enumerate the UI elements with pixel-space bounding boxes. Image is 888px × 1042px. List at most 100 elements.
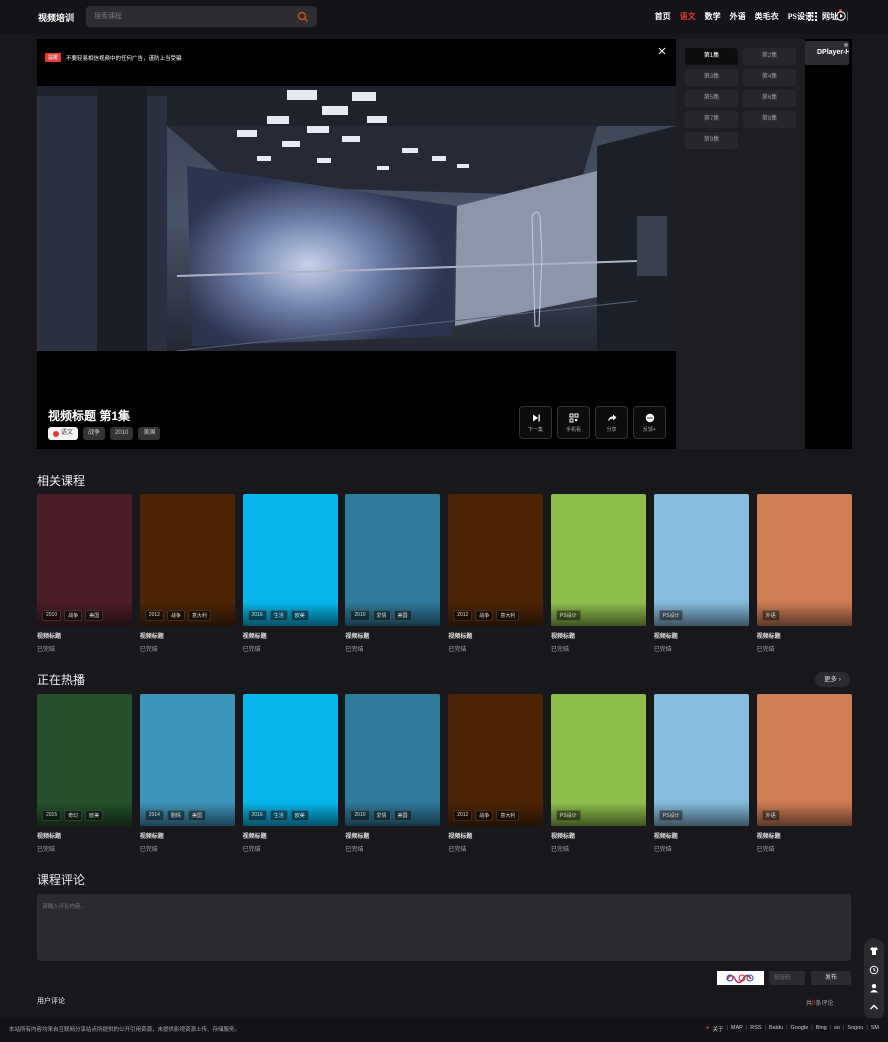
search-icon[interactable] xyxy=(297,11,309,23)
card-title[interactable]: 视频标题 xyxy=(757,631,852,640)
card-thumbnail[interactable]: 2010 爱情 美国 xyxy=(345,494,441,626)
nav-item-2[interactable]: 数学 xyxy=(705,11,721,22)
back-to-top-icon[interactable] xyxy=(869,1002,879,1012)
card-thumbnail[interactable]: 2012 战争 意大利 xyxy=(139,494,235,626)
video-tag[interactable]: 美国 xyxy=(138,427,161,440)
course-card[interactable]: PS设计 视频标题 已完结 xyxy=(551,694,646,853)
footer-link[interactable]: Google xyxy=(791,1025,809,1033)
nav-item-1[interactable]: 语文 xyxy=(680,11,696,22)
history-icon[interactable] xyxy=(869,965,879,975)
episode-button[interactable]: 第7集 xyxy=(685,111,738,128)
card-thumbnail[interactable]: 2012 战争 意大利 xyxy=(448,494,544,626)
card-title[interactable]: 视频标题 xyxy=(757,831,852,840)
card-thumbnail[interactable]: 2015 奇幻 欧美 xyxy=(37,694,132,826)
close-icon[interactable] xyxy=(658,47,666,55)
footer-link[interactable]: Bing xyxy=(816,1025,827,1033)
card-title[interactable]: 视频标题 xyxy=(345,831,440,840)
card-title[interactable]: 视频标题 xyxy=(243,631,338,640)
card-title[interactable]: 视频标题 xyxy=(140,631,235,640)
course-card[interactable]: 2010 战争 美国 视频标题 已完结 xyxy=(37,494,132,653)
footer-link[interactable]: so xyxy=(834,1025,840,1033)
nav-item-0[interactable]: 首页 xyxy=(655,11,671,22)
card-tags: 2016 生活 欧美 xyxy=(247,810,309,821)
card-title[interactable]: 视频标题 xyxy=(243,831,338,840)
control-button-2[interactable]: 分享 xyxy=(595,406,628,439)
captcha-input[interactable] xyxy=(769,971,805,985)
card-thumbnail[interactable]: 外语 xyxy=(756,694,852,826)
episode-button[interactable]: 第8集 xyxy=(743,111,796,128)
course-card[interactable]: 2015 奇幻 欧美 视频标题 已完结 xyxy=(37,694,132,853)
course-card[interactable]: 2014 剧情 美国 视频标题 已完结 xyxy=(139,694,235,853)
card-thumbnail[interactable]: 外语 xyxy=(756,494,852,626)
comment-input[interactable] xyxy=(37,894,851,961)
footer-link[interactable]: RSS xyxy=(750,1025,761,1033)
episode-button[interactable]: 第4集 xyxy=(743,69,796,86)
control-button-1[interactable]: 手机看 xyxy=(557,406,590,439)
card-title[interactable]: 视频标题 xyxy=(654,631,749,640)
card-title[interactable]: 视频标题 xyxy=(654,831,749,840)
course-card[interactable]: PS设计 视频标题 已完结 xyxy=(551,494,646,653)
search-input[interactable] xyxy=(94,11,284,22)
more-button[interactable]: 更多 › xyxy=(815,672,850,687)
course-card[interactable]: 2012 战争 意大利 视频标题 已完结 xyxy=(448,494,544,653)
control-button-0[interactable]: 下一集 xyxy=(519,406,552,439)
course-card[interactable]: 2016 生活 欧美 视频标题 已完结 xyxy=(242,494,338,653)
episode-button[interactable]: 第3集 xyxy=(685,69,738,86)
site-logo[interactable]: 视频培训 xyxy=(38,11,74,24)
video-tag[interactable]: 战争 xyxy=(83,427,106,440)
course-card[interactable]: 2012 战争 意大利 视频标题 已完结 xyxy=(139,494,235,653)
course-card[interactable]: 2010 爱情 美国 视频标题 已完结 xyxy=(345,694,441,853)
control-button-3[interactable]: 反馈+ xyxy=(633,406,666,439)
episode-button[interactable]: 第9集 xyxy=(685,132,738,149)
card-title[interactable]: 视频标题 xyxy=(37,831,132,840)
episode-button[interactable]: 第1集 xyxy=(685,48,738,65)
card-thumbnail[interactable]: 2010 战争 美国 xyxy=(37,494,132,626)
nav-item-4[interactable]: 类毛衣 xyxy=(755,11,779,22)
play-history-icon[interactable] xyxy=(836,11,846,21)
card-title[interactable]: 视频标题 xyxy=(448,631,543,640)
shirt-icon[interactable] xyxy=(869,946,879,956)
video-frame[interactable] xyxy=(37,86,676,351)
course-card[interactable]: 外语 视频标题 已完结 xyxy=(756,494,852,653)
apps-grid-icon[interactable] xyxy=(808,12,817,21)
card-title[interactable]: 视频标题 xyxy=(551,631,646,640)
course-card[interactable]: PS设计 视频标题 已完结 xyxy=(653,494,749,653)
card-title[interactable]: 视频标题 xyxy=(448,831,543,840)
card-tag: 战争 xyxy=(475,610,494,621)
card-title[interactable]: 视频标题 xyxy=(551,831,646,840)
card-thumbnail[interactable]: PS设计 xyxy=(653,494,749,626)
card-thumbnail[interactable]: 2016 生活 欧美 xyxy=(242,694,338,826)
course-card[interactable]: 2012 战争 意大利 视频标题 已完结 xyxy=(448,694,544,853)
footer-link[interactable]: Baidu xyxy=(769,1025,783,1033)
course-card[interactable]: 2016 生活 欧美 视频标题 已完结 xyxy=(242,694,338,853)
course-card[interactable]: 外语 视频标题 已完结 xyxy=(756,694,852,853)
card-thumbnail[interactable]: PS设计 xyxy=(551,694,646,826)
footer-disclaimer: 本站所有内容均来自互联网分享站点所提供的公开引用资源，未提供影视资源上传、存储服… xyxy=(9,1027,241,1033)
card-thumbnail[interactable]: 2014 剧情 美国 xyxy=(139,694,235,826)
footer-link[interactable]: MAP xyxy=(731,1025,743,1033)
card-thumbnail[interactable]: 2016 生活 欧美 xyxy=(242,494,338,626)
captcha-image[interactable] xyxy=(717,971,764,985)
card-thumbnail[interactable]: 2012 战争 意大利 xyxy=(448,694,544,826)
course-card[interactable]: PS设计 视频标题 已完结 xyxy=(653,694,749,853)
publish-button[interactable]: 发布 xyxy=(811,971,851,985)
card-title[interactable]: 视频标题 xyxy=(140,831,235,840)
card-thumbnail[interactable]: 2010 爱情 美国 xyxy=(345,694,441,826)
footer-link[interactable]: Sogou xyxy=(847,1025,863,1033)
episode-button[interactable]: 第5集 xyxy=(685,90,738,107)
episode-button[interactable]: 第2集 xyxy=(743,48,796,65)
card-tag: 剧情 xyxy=(166,810,185,821)
video-tag[interactable]: 语文 xyxy=(48,427,79,440)
card-thumbnail[interactable]: PS设计 xyxy=(653,694,749,826)
video-tag[interactable]: 2010 xyxy=(110,427,134,440)
footer-link[interactable]: 关于 xyxy=(712,1025,723,1033)
card-title[interactable]: 视频标题 xyxy=(345,631,440,640)
dplayer-tab[interactable]: DPlayer-H xyxy=(805,41,849,65)
course-card[interactable]: 2010 爱情 美国 视频标题 已完结 xyxy=(345,494,441,653)
footer-link[interactable]: SM xyxy=(871,1025,879,1033)
nav-item-3[interactable]: 外语 xyxy=(730,11,746,22)
card-thumbnail[interactable]: PS设计 xyxy=(551,494,646,626)
episode-button[interactable]: 第6集 xyxy=(743,90,796,107)
card-title[interactable]: 视频标题 xyxy=(37,631,132,640)
user-icon[interactable] xyxy=(869,983,879,993)
